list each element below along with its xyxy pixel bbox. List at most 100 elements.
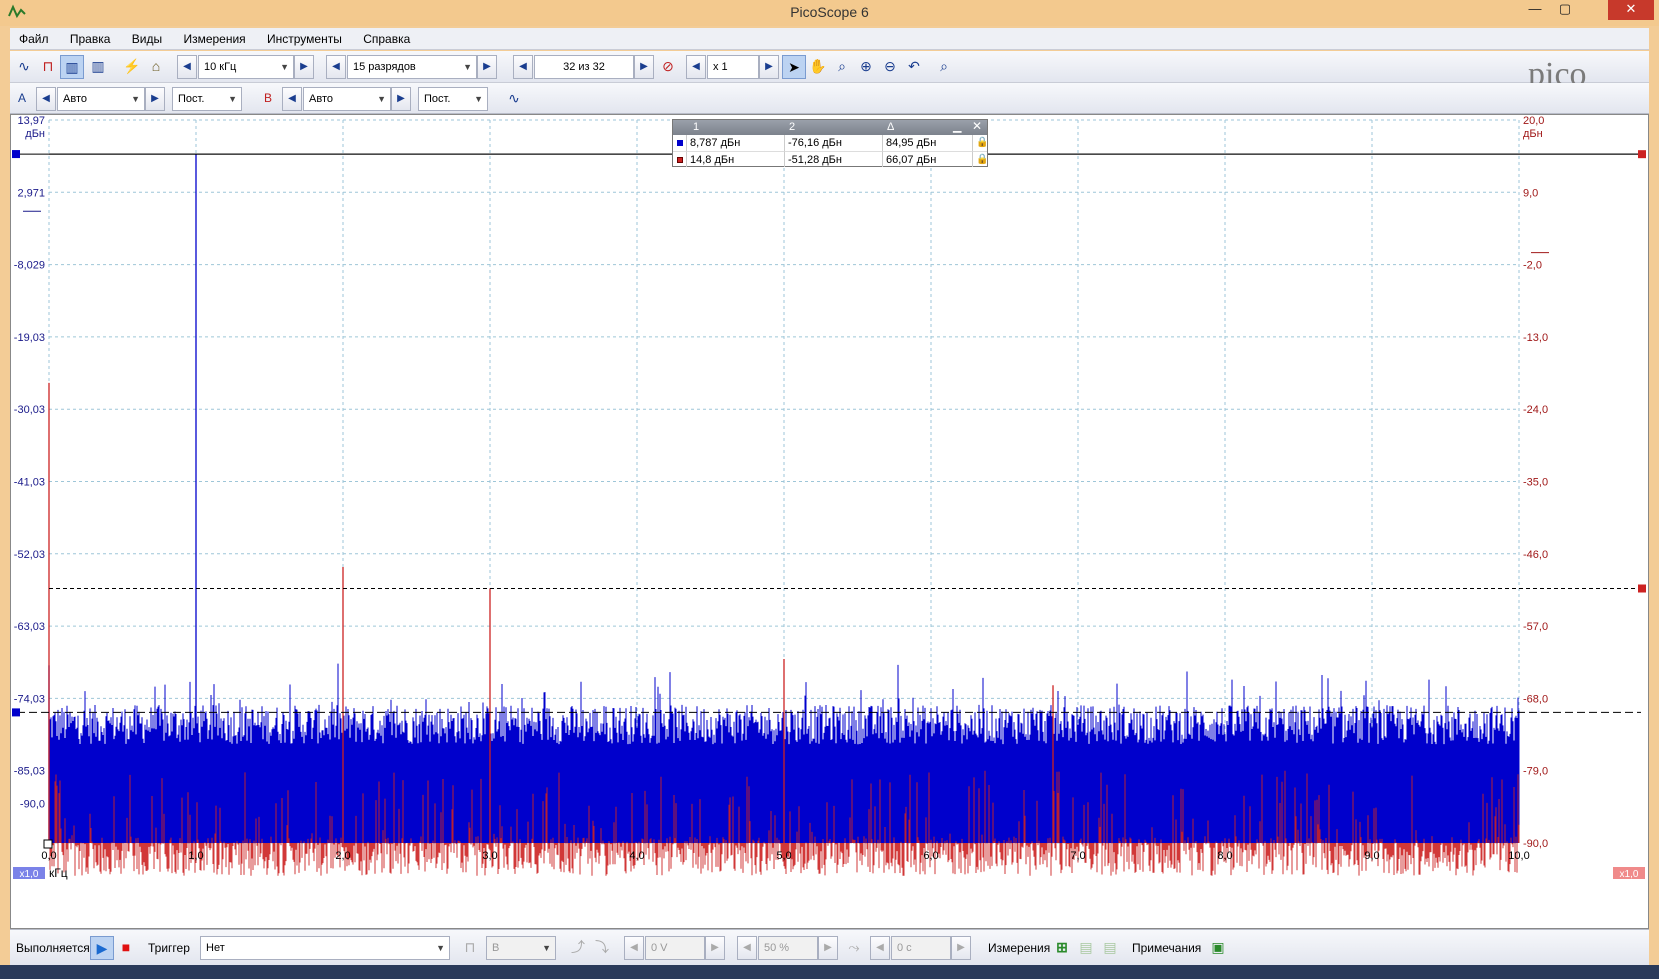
x-axis-tick-label: 6,0 bbox=[923, 850, 938, 862]
zoom-out-icon[interactable]: ⊖ bbox=[878, 55, 902, 79]
zoom-overview-icon[interactable]: ⌕ bbox=[932, 55, 956, 79]
window-title: PicoScope 6 bbox=[790, 4, 869, 20]
readout-channel-b-marker bbox=[673, 151, 687, 167]
channel-a-options[interactable]: A bbox=[10, 87, 34, 111]
zoom-prev[interactable]: ◀ bbox=[686, 55, 706, 79]
trigger-channel-select[interactable]: B ▼ bbox=[486, 936, 556, 960]
spectrum-view[interactable]: 13,97 2,971 -8,029 -19,03 -30,03 -41,03 -52,03… bbox=[10, 114, 1649, 929]
lock-icon[interactable]: 🔒 bbox=[973, 151, 988, 167]
x-axis-tick-label: 5,0 bbox=[776, 850, 791, 862]
zoom-factor[interactable]: x 1 bbox=[707, 55, 759, 79]
trigger-level-next[interactable]: ▶ bbox=[705, 936, 725, 960]
sample-rate-prev[interactable]: ◀ bbox=[177, 55, 197, 79]
dropdown-arrow-icon: ▼ bbox=[542, 943, 551, 953]
menu-bar: Файл Правка Виды Измерения Инструменты С… bbox=[10, 28, 1649, 50]
delay-next[interactable]: ▶ bbox=[951, 936, 971, 960]
readout-minimize-icon[interactable]: ▁ bbox=[953, 120, 961, 133]
channel-a-range-prev[interactable]: ◀ bbox=[36, 87, 56, 111]
rulers[interactable] bbox=[12, 150, 1646, 717]
falling-edge-icon[interactable]: ⤵ bbox=[590, 936, 614, 960]
channel-b-range-select[interactable]: Авто ▼ bbox=[303, 87, 391, 111]
resolution-prev[interactable]: ◀ bbox=[326, 55, 346, 79]
lock-icon[interactable]: 🔒 bbox=[973, 135, 988, 151]
spectrum-options-icon[interactable]: ▥ bbox=[86, 55, 110, 79]
menu-views[interactable]: Виды bbox=[123, 28, 171, 50]
channel-a-range-select[interactable]: Авто ▼ bbox=[57, 87, 145, 111]
channel-b-range-prev[interactable]: ◀ bbox=[282, 87, 302, 111]
dropdown-arrow-icon: ▼ bbox=[228, 94, 237, 104]
buffer-position[interactable]: 32 из 32 bbox=[534, 55, 634, 79]
channel-b-options[interactable]: B bbox=[256, 87, 280, 111]
channel-a-range-next[interactable]: ▶ bbox=[145, 87, 165, 111]
pretrigger-next[interactable]: ▶ bbox=[818, 936, 838, 960]
delay-prev[interactable]: ◀ bbox=[870, 936, 890, 960]
x-axis-unit: кГц bbox=[49, 866, 68, 880]
trigger-level-input[interactable]: 0 V bbox=[645, 936, 705, 960]
channel-b-range-next[interactable]: ▶ bbox=[391, 87, 411, 111]
sample-rate-next[interactable]: ▶ bbox=[294, 55, 314, 79]
left-axis-tick-label: -19,03 bbox=[14, 332, 45, 344]
pretrigger-input[interactable]: 50 % bbox=[758, 936, 818, 960]
close-icon[interactable]: ✕ bbox=[1608, 0, 1654, 20]
stop-icon[interactable]: ■ bbox=[114, 936, 138, 960]
auto-setup-icon[interactable]: ⚡ bbox=[120, 55, 144, 79]
x-axis-tick-label: 0,0 bbox=[41, 850, 56, 862]
menu-measurements[interactable]: Измерения bbox=[174, 28, 254, 50]
channel-b-coupling-select[interactable]: Пост. ▼ bbox=[418, 87, 488, 111]
menu-tools[interactable]: Инструменты bbox=[258, 28, 351, 50]
sample-rate-select[interactable]: 10 кГц ▼ bbox=[198, 55, 294, 79]
zoom-window-icon[interactable]: ⌕ bbox=[830, 55, 854, 79]
resolution-select[interactable]: 15 разрядов ▼ bbox=[347, 55, 477, 79]
buffer-navigator-icon[interactable]: ⊘ bbox=[656, 55, 680, 79]
right-axis-tick-label: 9,0 bbox=[1523, 187, 1538, 199]
edit-measurement-icon[interactable]: ▤ bbox=[1074, 936, 1098, 960]
post-trigger-icon[interactable]: ⤳ bbox=[842, 936, 866, 960]
picoscope-window: PicoScope 6 — ▢ ✕ Файл Правка Виды Измер… bbox=[0, 0, 1659, 979]
signal-generator-icon[interactable]: ∿ bbox=[502, 87, 526, 111]
delete-measurement-icon[interactable]: ▤ bbox=[1098, 936, 1122, 960]
delay-input[interactable]: 0 с bbox=[891, 936, 951, 960]
zoom-next[interactable]: ▶ bbox=[759, 55, 779, 79]
hand-tool-icon[interactable]: ✋ bbox=[806, 55, 830, 79]
ruler-readout-table[interactable]: 1 2 Δ ▁ ✕ 8,787 дБн -76,16 дБн 84,95 дБн… bbox=[672, 119, 988, 167]
readout-a-ruler1: 8,787 дБн bbox=[687, 135, 785, 151]
ruler-handle-0 bbox=[12, 150, 20, 159]
readout-col-1: 1 bbox=[693, 121, 700, 133]
default-setup-icon[interactable]: ⌂ bbox=[144, 55, 168, 79]
minimize-icon[interactable]: — bbox=[1520, 0, 1550, 20]
notes-icon[interactable]: ▣ bbox=[1206, 936, 1230, 960]
buffer-prev[interactable]: ◀ bbox=[513, 55, 533, 79]
trigger-level-prev[interactable]: ◀ bbox=[624, 936, 644, 960]
pointer-tool-icon[interactable]: ➤ bbox=[782, 55, 806, 79]
persistence-mode-icon[interactable]: ⊓ bbox=[36, 55, 60, 79]
dropdown-arrow-icon: ▼ bbox=[377, 94, 386, 104]
buffer-next[interactable]: ▶ bbox=[634, 55, 654, 79]
zoom-in-icon[interactable]: ⊕ bbox=[854, 55, 878, 79]
menu-help[interactable]: Справка bbox=[354, 28, 419, 50]
title-bar: PicoScope 6 — ▢ ✕ bbox=[0, 0, 1659, 26]
menu-edit[interactable]: Правка bbox=[61, 28, 120, 50]
add-measurement-icon[interactable]: ⊞ bbox=[1050, 936, 1074, 960]
menu-file[interactable]: Файл bbox=[10, 28, 58, 50]
scope-mode-icon[interactable]: ∿ bbox=[12, 55, 36, 79]
start-icon[interactable]: ▶ bbox=[90, 936, 114, 960]
advanced-trigger-icon[interactable]: ⊓ bbox=[458, 936, 482, 960]
trigger-mode-select[interactable]: Нет ▼ bbox=[200, 936, 450, 960]
pretrigger-prev[interactable]: ◀ bbox=[737, 936, 757, 960]
readout-close-icon[interactable]: ✕ bbox=[972, 119, 982, 133]
x-axis-tick-label: 1,0 bbox=[188, 850, 203, 862]
undo-zoom-icon[interactable]: ↶ bbox=[902, 55, 926, 79]
channel-a-coupling-select[interactable]: Пост. ▼ bbox=[172, 87, 242, 111]
spectrum-mode-icon[interactable]: ▥ bbox=[60, 55, 84, 79]
rising-edge-icon[interactable]: ⤴ bbox=[566, 936, 590, 960]
ruler-handle-2 bbox=[1638, 150, 1646, 159]
origin-marker bbox=[43, 839, 53, 849]
channel-a-coupling-value: Пост. bbox=[178, 93, 205, 105]
readout-channel-a-marker bbox=[673, 135, 687, 151]
status-bar: Выполняется ▶ ■ Триггер Нет ▼ ⊓ B ▼ ⤴ ⤵ ◀ … bbox=[10, 929, 1649, 965]
readout-a-ruler2: -76,16 дБн bbox=[785, 135, 883, 151]
maximize-icon[interactable]: ▢ bbox=[1550, 0, 1580, 20]
resolution-next[interactable]: ▶ bbox=[477, 55, 497, 79]
spectrum-plot[interactable]: 13,97 2,971 -8,029 -19,03 -30,03 -41,03 -52,03… bbox=[11, 115, 1648, 928]
right-axis-tick-label: 20,0 bbox=[1523, 115, 1544, 127]
